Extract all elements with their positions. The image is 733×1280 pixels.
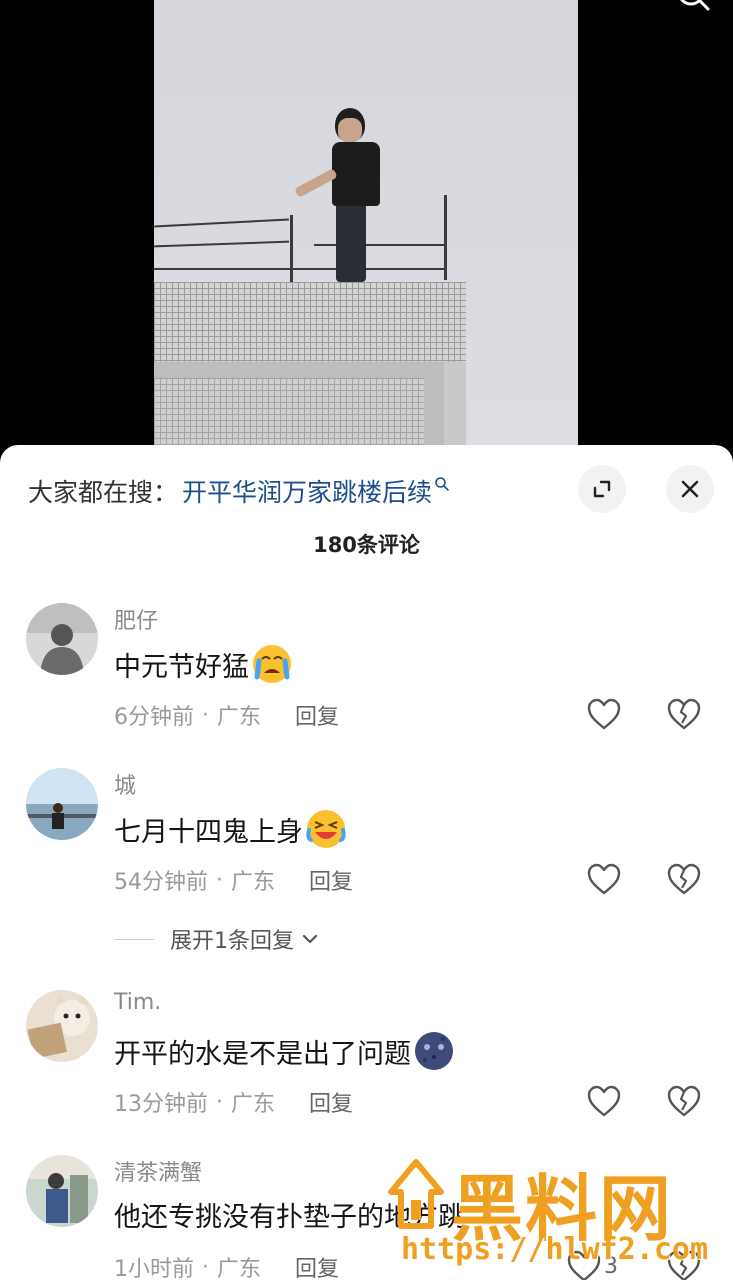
broken-heart-icon[interactable]: [666, 862, 702, 896]
search-icon: [435, 477, 449, 491]
heart-icon[interactable]: [586, 697, 622, 731]
comment-meta: 54分钟前 · 广东 回复: [114, 864, 353, 896]
comment-text: 开平的水是不是出了问题: [114, 1030, 455, 1072]
avatar[interactable]: [26, 768, 98, 840]
meta-separator: ·: [202, 702, 209, 728]
comment-text: 七月十四鬼上身: [114, 808, 347, 850]
crying-face-emoji: [253, 645, 291, 683]
meta-separator: ·: [202, 1254, 209, 1280]
watermark-logo-icon: [388, 1159, 444, 1229]
reply-button[interactable]: 回复: [295, 1251, 339, 1280]
comment-text-content: 开平的水是不是出了问题: [114, 1038, 411, 1070]
comment-location: 广东: [217, 705, 262, 730]
heart-icon[interactable]: [586, 1084, 622, 1118]
comment-item: 城 七月十四鬼上身 54分钟前 · 广东 回复: [0, 768, 733, 918]
search-suggestion-term[interactable]: 开平华润万家跳楼后续: [182, 473, 432, 509]
laughing-crying-face-emoji: [306, 810, 346, 848]
comment-username[interactable]: 清茶满蟹: [114, 1155, 202, 1187]
comment-item: 肥仔 中元节好猛 6分钟前 · 广东 回复: [0, 603, 733, 753]
comment-username[interactable]: 肥仔: [114, 603, 158, 635]
comment-meta: 1小时前 · 广东 回复: [114, 1251, 339, 1280]
search-suggestion-prefix: 大家都在搜：: [28, 478, 179, 507]
comment-meta: 6分钟前 · 广东 回复: [114, 699, 339, 731]
comment-text: 中元节好猛: [114, 643, 293, 685]
broken-heart-icon[interactable]: [666, 1084, 702, 1118]
comment-meta: 13分钟前 · 广东 回复: [114, 1086, 353, 1118]
video-frame: [154, 0, 578, 450]
close-button[interactable]: [666, 465, 714, 513]
comment-count: 180条评论: [313, 533, 420, 557]
avatar[interactable]: [26, 603, 98, 675]
comment-username[interactable]: Tim.: [114, 990, 161, 1015]
person: [336, 200, 366, 282]
comment-location: 广东: [217, 1257, 262, 1280]
comment-username[interactable]: 城: [114, 768, 136, 800]
comment-time: 54分钟前: [114, 870, 208, 895]
comment-time: 13分钟前: [114, 1092, 208, 1117]
comment-location: 广东: [231, 1092, 276, 1117]
comment-location: 广东: [231, 870, 276, 895]
watermark-url: https://hlwf2.com: [401, 1232, 709, 1267]
expand-replies-button[interactable]: 展开1条回复: [114, 923, 322, 955]
search-icon[interactable]: [675, 0, 715, 18]
broken-heart-icon[interactable]: [666, 697, 702, 731]
reply-button[interactable]: 回复: [309, 864, 353, 896]
blue-moon-face-emoji: [415, 1032, 453, 1070]
expand-icon: [593, 480, 611, 498]
heart-icon[interactable]: [586, 862, 622, 896]
comment-time: 1小时前: [114, 1257, 194, 1280]
avatar[interactable]: [26, 990, 98, 1062]
comment-text-content: 中元节好猛: [114, 651, 249, 683]
meta-separator: ·: [216, 867, 223, 893]
comment-item: Tim. 开平的水是不是出了问题 13分钟前 · 广东 回复: [0, 990, 733, 1140]
close-icon: [681, 480, 699, 498]
reply-button[interactable]: 回复: [295, 699, 339, 731]
expand-button[interactable]: [578, 465, 626, 513]
reply-button[interactable]: 回复: [309, 1086, 353, 1118]
search-suggestion[interactable]: 大家都在搜： 开平华润万家跳楼后续: [28, 471, 450, 511]
video-player[interactable]: [0, 0, 733, 450]
avatar[interactable]: [26, 1155, 98, 1227]
chevron-down-icon: [302, 934, 318, 944]
divider-line: [114, 938, 154, 940]
comment-text-content: 七月十四鬼上身: [114, 816, 303, 848]
comment-time: 6分钟前: [114, 705, 194, 730]
meta-separator: ·: [216, 1089, 223, 1115]
expand-replies-label: 展开1条回复: [170, 929, 294, 954]
watermark: 黑料网 https://hlwf2.com: [385, 1150, 715, 1275]
